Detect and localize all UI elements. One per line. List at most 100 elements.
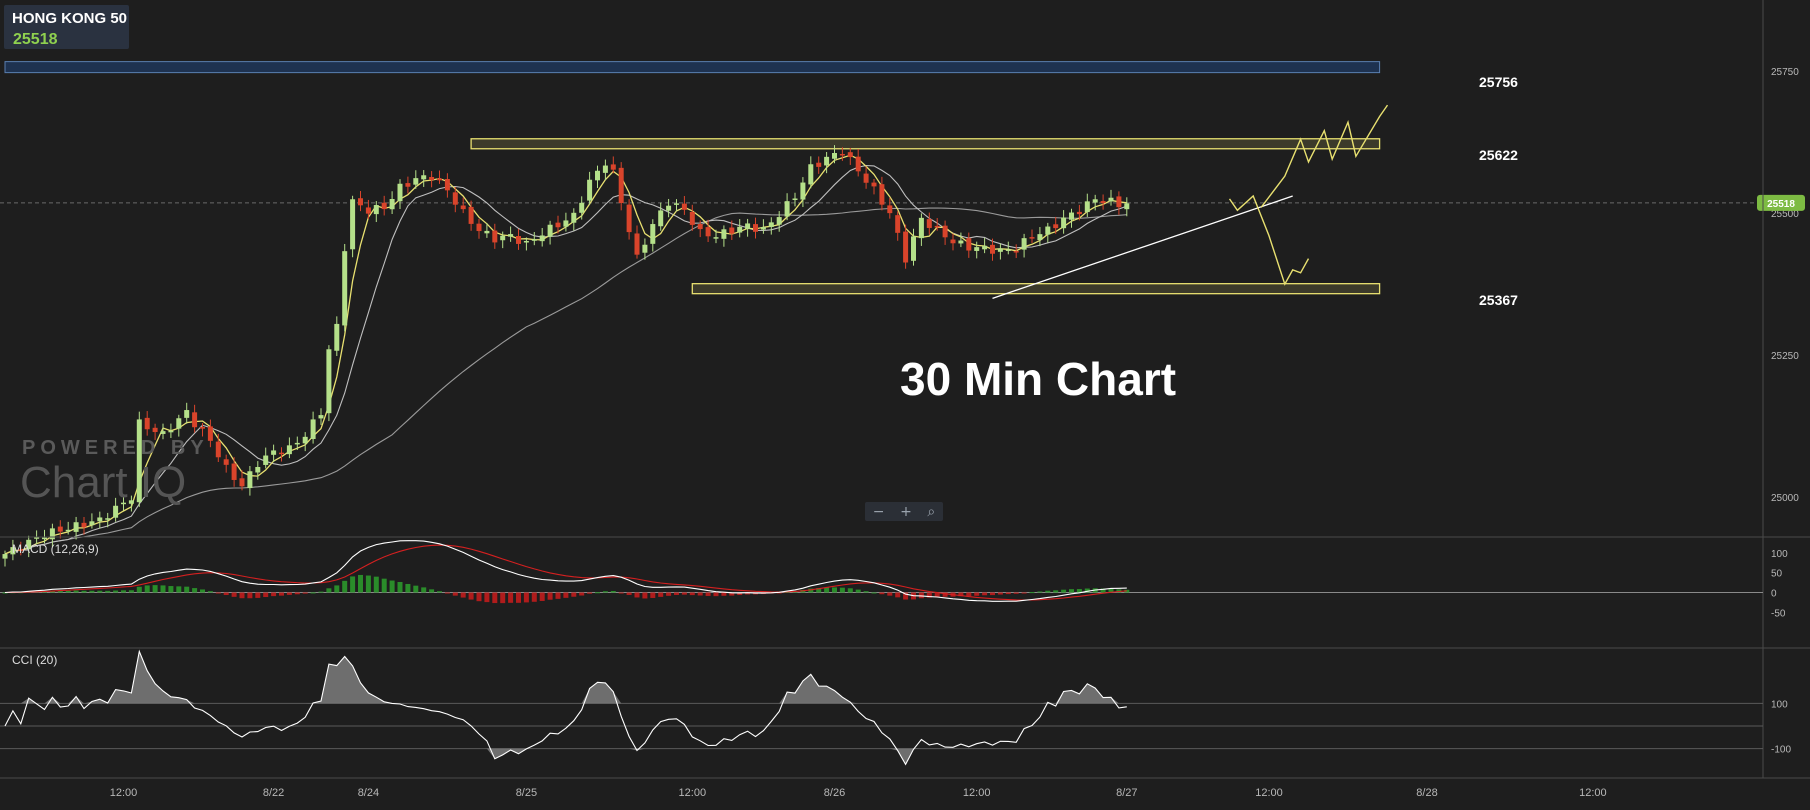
- candle-body: [950, 239, 956, 244]
- zoom-reset-icon[interactable]: ⌕: [927, 505, 935, 519]
- candle-body: [776, 217, 782, 225]
- macd-histogram-bar: [484, 592, 490, 603]
- candle-body: [934, 225, 940, 228]
- candle-body: [792, 198, 798, 200]
- candle-body: [437, 178, 442, 181]
- macd-histogram-bar: [381, 578, 387, 593]
- candle-body: [1124, 203, 1130, 210]
- macd-histogram-bar: [271, 592, 277, 597]
- candle-body: [839, 153, 845, 156]
- macd-histogram-bar: [1069, 589, 1074, 593]
- candle-body: [176, 418, 182, 429]
- macd-histogram-bar: [302, 592, 308, 594]
- cci-axis-tick: -100: [1771, 745, 1791, 756]
- macd-histogram-bar: [990, 592, 995, 596]
- macd-histogram-bar: [444, 592, 450, 594]
- candle-body: [1076, 211, 1082, 215]
- candle-body: [879, 184, 885, 205]
- macd-histogram-bar: [531, 592, 537, 602]
- zoom-in-icon[interactable]: +: [900, 505, 912, 519]
- macd-histogram-bar: [128, 590, 134, 593]
- macd-histogram-bar: [231, 592, 237, 597]
- candle-body: [745, 223, 751, 229]
- candle-body: [824, 156, 830, 166]
- macd-histogram-bar: [152, 585, 158, 593]
- candle-body: [555, 222, 561, 228]
- candle-body: [1092, 199, 1098, 203]
- zoom-out-icon[interactable]: −: [873, 505, 885, 519]
- macd-histogram-bar: [587, 592, 593, 594]
- candle-body: [887, 205, 893, 214]
- price-axis-tick-25750: 25750: [1771, 67, 1799, 78]
- macd-histogram-bar: [523, 592, 529, 603]
- ticker-symbol: HONG KONG 50: [12, 10, 128, 27]
- macd-histogram-bar: [105, 590, 111, 593]
- candle-body: [279, 452, 284, 455]
- candle-body: [1005, 249, 1011, 251]
- candle-body: [713, 237, 719, 239]
- macd-histogram-bar: [97, 590, 103, 593]
- candle-body: [500, 235, 506, 241]
- macd-histogram-bar: [871, 592, 877, 594]
- candle-body: [942, 225, 948, 238]
- macd-histogram-bar: [982, 592, 988, 596]
- ticker-price: 25518: [13, 31, 58, 48]
- macd-histogram-bar: [855, 589, 861, 593]
- candle-body: [753, 224, 758, 232]
- time-axis-tick: 8/27: [1116, 787, 1137, 799]
- candle-body: [239, 478, 245, 487]
- candle-body: [294, 442, 300, 445]
- macd-histogram-bar: [1013, 592, 1019, 594]
- candle-body: [768, 222, 774, 227]
- time-axis-tick: 12:00: [1579, 787, 1607, 799]
- candle-body: [737, 226, 743, 233]
- macd-histogram-bar: [452, 592, 458, 596]
- macd-histogram-bar: [579, 592, 585, 596]
- candle-body: [444, 178, 450, 191]
- macd-histogram-bar: [721, 592, 727, 596]
- macd-histogram-bar: [658, 592, 664, 597]
- candle-body: [871, 182, 877, 187]
- candle-body: [160, 431, 166, 434]
- macd-histogram-bar: [666, 592, 672, 596]
- chart-stage: 25000 25250 25500 25750 25518 100 50 0 -50 100 -10…: [0, 0, 1810, 810]
- candle-body: [784, 201, 790, 217]
- macd-histogram-bar: [286, 592, 292, 595]
- candle-body: [855, 156, 861, 172]
- projection-path-bullish: [1260, 104, 1389, 208]
- candle-body: [302, 436, 308, 444]
- macd-histogram-bar: [113, 590, 119, 593]
- price-label-resistance-top: 25756: [1479, 74, 1518, 90]
- candle-body: [49, 528, 55, 540]
- macd-histogram-bar: [492, 592, 498, 604]
- chart-annotation-title: 30 Min Chart: [900, 353, 1177, 405]
- candle-body: [168, 430, 174, 433]
- candle-body: [1100, 201, 1106, 203]
- candle-body: [508, 234, 514, 237]
- macd-histogram-bar: [65, 590, 71, 593]
- macd-histogram-bar: [697, 592, 703, 596]
- candle-body: [57, 526, 63, 532]
- candle-body: [595, 170, 600, 181]
- zone-range_low: [691, 283, 1381, 295]
- time-axis-tick: 12:00: [1255, 787, 1283, 799]
- macd-histogram-bar: [508, 592, 514, 603]
- macd-histogram-bar: [389, 580, 395, 593]
- candle-body: [389, 199, 395, 210]
- candle-body: [903, 231, 909, 263]
- macd-axis-tick: 50: [1771, 569, 1783, 580]
- price-axis-tick-25000: 25000: [1771, 493, 1799, 504]
- time-axis-tick: 8/24: [358, 787, 379, 799]
- macd-histogram-bar: [89, 590, 95, 593]
- candle-body: [105, 518, 111, 520]
- candle-body: [358, 198, 363, 206]
- time-axis-tick: 8/22: [263, 787, 284, 799]
- macd-histogram-bar: [1005, 592, 1011, 595]
- candle-body: [523, 240, 529, 243]
- candle-body: [350, 199, 356, 250]
- price-axis-tick-25250: 25250: [1771, 351, 1799, 362]
- candle-body: [373, 205, 379, 215]
- candle-body: [634, 233, 640, 255]
- candle-body: [689, 211, 695, 225]
- macd-histogram-bar: [610, 590, 616, 593]
